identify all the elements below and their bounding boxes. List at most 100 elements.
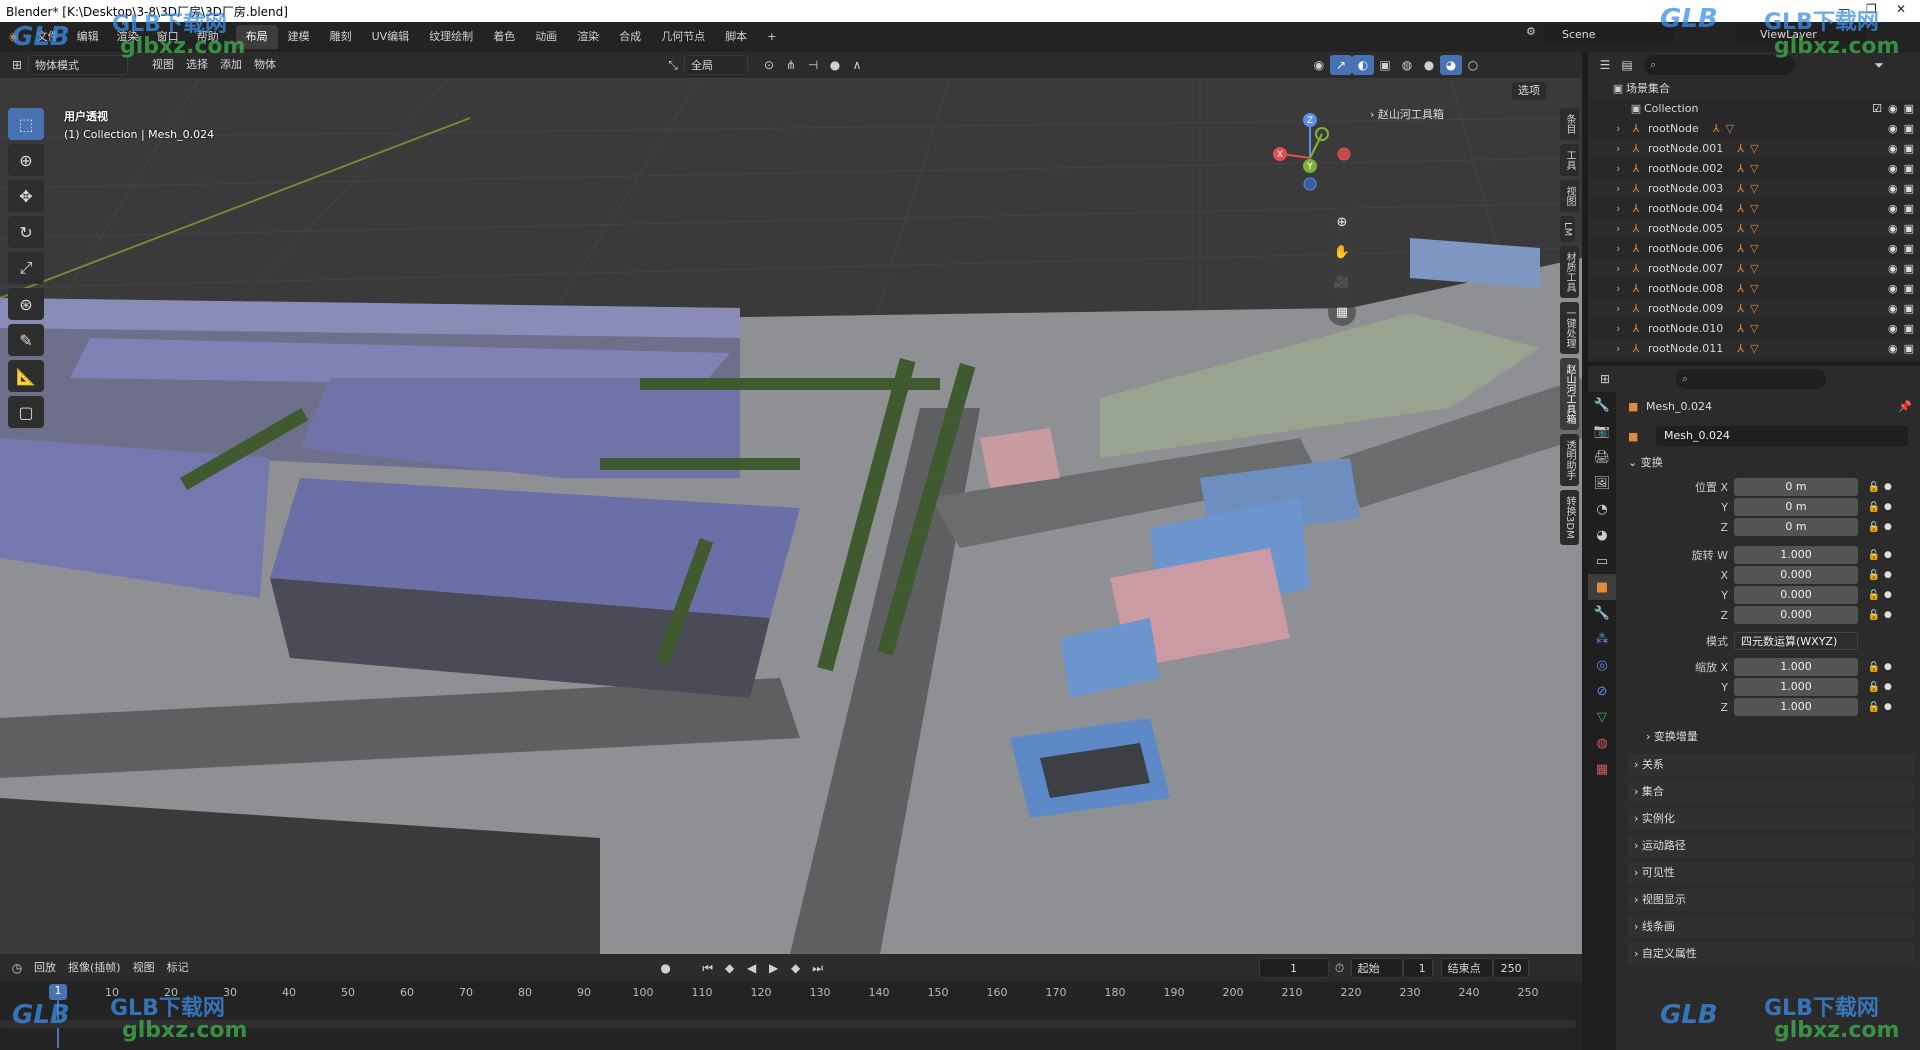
- camera-icon[interactable]: ▣: [1904, 102, 1914, 115]
- lock-icon[interactable]: 🔓: [1864, 482, 1884, 493]
- camera-icon[interactable]: ▣: [1904, 142, 1914, 155]
- expand-arrow-icon[interactable]: ›: [1616, 282, 1628, 295]
- keyframe-dot-icon[interactable]: ●: [1884, 482, 1892, 492]
- camera-icon[interactable]: ▣: [1904, 222, 1914, 235]
- xray-icon[interactable]: ▣: [1374, 55, 1396, 75]
- camera-icon[interactable]: ▣: [1904, 262, 1914, 275]
- material-tab-icon[interactable]: ◍: [1588, 730, 1616, 756]
- outliner-editor-icon[interactable]: ☰: [1594, 55, 1616, 75]
- add-workspace-button[interactable]: +: [757, 25, 786, 49]
- side-tab-material-tools[interactable]: 材质工具: [1560, 246, 1579, 299]
- gizmo-toggle-icon[interactable]: ↗: [1330, 55, 1352, 75]
- rotation-y-field[interactable]: 0.000: [1734, 586, 1858, 604]
- keyframe-dot-icon[interactable]: ●: [1884, 502, 1892, 512]
- datablock-name-field[interactable]: Mesh_0.024: [1656, 426, 1908, 446]
- collections-panel-header[interactable]: › 集合: [1628, 781, 1914, 803]
- relations-panel-header[interactable]: › 关系: [1628, 754, 1914, 776]
- keyframe-dot-icon[interactable]: ●: [1884, 522, 1892, 532]
- expand-arrow-icon[interactable]: ›: [1616, 122, 1628, 135]
- camera-icon[interactable]: ▣: [1904, 322, 1914, 335]
- keyframe-dot-icon[interactable]: ●: [1884, 702, 1892, 712]
- playhead[interactable]: 1: [49, 984, 67, 1000]
- expand-arrow-icon[interactable]: ›: [1616, 162, 1628, 175]
- camera-icon[interactable]: ▣: [1904, 242, 1914, 255]
- eye-icon[interactable]: ◉: [1888, 162, 1898, 175]
- side-tab-one-click[interactable]: 一键处理: [1560, 302, 1579, 355]
- play-reverse-icon[interactable]: ◀: [741, 958, 763, 978]
- record-icon[interactable]: ●: [655, 958, 677, 978]
- eye-icon[interactable]: ◉: [1888, 222, 1898, 235]
- eye-icon[interactable]: ◉: [1888, 262, 1898, 275]
- transform-panel-header[interactable]: ⌄ 变换: [1628, 452, 1663, 474]
- scale-tool-icon[interactable]: ⤢: [8, 252, 44, 284]
- collection-tab-icon[interactable]: ▭: [1588, 548, 1616, 574]
- tab-geometry-nodes[interactable]: 几何节点: [651, 25, 715, 49]
- outliner-row[interactable]: › ⅄ rootNode.008 ⅄ ▽ ◉ ▣: [1588, 278, 1920, 298]
- lock-icon[interactable]: 🔓: [1864, 502, 1884, 513]
- start-frame-field[interactable]: 1: [1402, 958, 1433, 978]
- outliner-row[interactable]: › ⅄ rootNode.005 ⅄ ▽ ◉ ▣: [1588, 218, 1920, 238]
- tool-tab-icon[interactable]: 🔧: [1588, 392, 1616, 418]
- outliner-row[interactable]: › ⅄ rootNode ⅄ ▽ ◉ ▣: [1588, 118, 1920, 138]
- keyframe-dot-icon[interactable]: ●: [1884, 662, 1892, 672]
- next-keyframe-icon[interactable]: ◆: [785, 958, 807, 978]
- camera-icon[interactable]: ▣: [1904, 122, 1914, 135]
- jump-start-icon[interactable]: ⏮: [697, 958, 719, 978]
- eye-icon[interactable]: ◉: [1888, 342, 1898, 355]
- snap-icon[interactable]: ⋔: [780, 55, 802, 75]
- lock-icon[interactable]: 🔓: [1864, 590, 1884, 601]
- delta-transform-header[interactable]: › 变换增量: [1646, 728, 1698, 744]
- current-frame-field[interactable]: 1: [1258, 958, 1329, 978]
- camera-icon[interactable]: ▣: [1904, 202, 1914, 215]
- tab-rendering[interactable]: 渲染: [567, 25, 609, 49]
- expand-arrow-icon[interactable]: ›: [1616, 222, 1628, 235]
- camera-icon[interactable]: ▣: [1904, 182, 1914, 195]
- tab-sculpting[interactable]: 雕刻: [320, 25, 362, 49]
- viewport-display-panel-header[interactable]: › 视图显示: [1628, 889, 1914, 911]
- expand-arrow-icon[interactable]: ›: [1616, 202, 1628, 215]
- play-icon[interactable]: ▶: [763, 958, 785, 978]
- pivot-icon[interactable]: ⊙: [758, 55, 780, 75]
- location-y-field[interactable]: 0 m: [1734, 498, 1858, 516]
- rotation-x-field[interactable]: 0.000: [1734, 566, 1858, 584]
- rotation-z-field[interactable]: 0.000: [1734, 606, 1858, 624]
- scene-collection-row[interactable]: ▣ 场景集合: [1588, 78, 1920, 98]
- keyframe-dot-icon[interactable]: ●: [1884, 610, 1892, 620]
- eye-icon[interactable]: ◉: [1888, 142, 1898, 155]
- camera-icon[interactable]: ▣: [1904, 282, 1914, 295]
- lock-icon[interactable]: 🔓: [1864, 682, 1884, 693]
- outliner-row[interactable]: › ⅄ rootNode.001 ⅄ ▽ ◉ ▣: [1588, 138, 1920, 158]
- select-box-tool-icon[interactable]: ⬚: [8, 108, 44, 140]
- constraints-tab-icon[interactable]: ⊘: [1588, 678, 1616, 704]
- collection-row[interactable]: ▣ Collection ☑ ◉ ▣: [1588, 98, 1920, 118]
- expand-arrow-icon[interactable]: ›: [1616, 302, 1628, 315]
- expand-arrow-icon[interactable]: ›: [1616, 142, 1628, 155]
- falloff-icon[interactable]: ∧: [846, 55, 868, 75]
- side-tab-item[interactable]: 条目: [1560, 108, 1579, 140]
- navigation-gizmo[interactable]: Z X Y: [1260, 108, 1360, 208]
- view-layer-tab-icon[interactable]: 🖼: [1588, 470, 1616, 496]
- scene-selector[interactable]: Scene: [1544, 25, 1674, 45]
- eye-icon[interactable]: ◉: [1888, 202, 1898, 215]
- orientation-selector[interactable]: 全局: [684, 55, 748, 75]
- tab-uv-editing[interactable]: UV编辑: [362, 25, 420, 49]
- expand-arrow-icon[interactable]: ›: [1616, 342, 1628, 355]
- tab-scripting[interactable]: 脚本: [715, 25, 757, 49]
- rotate-tool-icon[interactable]: ↻: [8, 216, 44, 248]
- move-tool-icon[interactable]: ✥: [8, 180, 44, 212]
- visibility-icon[interactable]: ◉: [1308, 55, 1330, 75]
- keyframe-dot-icon[interactable]: ●: [1884, 590, 1892, 600]
- lock-icon[interactable]: 🔓: [1864, 702, 1884, 713]
- cursor-tool-icon[interactable]: ⊕: [8, 144, 44, 176]
- zoom-icon[interactable]: ⊕: [1328, 208, 1356, 236]
- annotate-tool-icon[interactable]: ✎: [8, 324, 44, 356]
- outliner-row[interactable]: › ⅄ rootNode.007 ⅄ ▽ ◉ ▣: [1588, 258, 1920, 278]
- menu-timeline-view[interactable]: 视图: [127, 958, 161, 978]
- expand-arrow-icon[interactable]: ›: [1616, 242, 1628, 255]
- tab-modeling[interactable]: 建模: [278, 25, 320, 49]
- lock-icon[interactable]: 🔓: [1864, 550, 1884, 561]
- options-button[interactable]: 选项: [1512, 82, 1546, 100]
- properties-editor-icon[interactable]: ⊞: [1594, 369, 1616, 389]
- 3d-viewport[interactable]: ⬚ ⊕ ✥ ↻ ⤢ ⊛ ✎ 📐 ▢ 用户透视 (1) Collection | …: [0, 78, 1582, 954]
- scale-z-field[interactable]: 1.000: [1734, 698, 1858, 716]
